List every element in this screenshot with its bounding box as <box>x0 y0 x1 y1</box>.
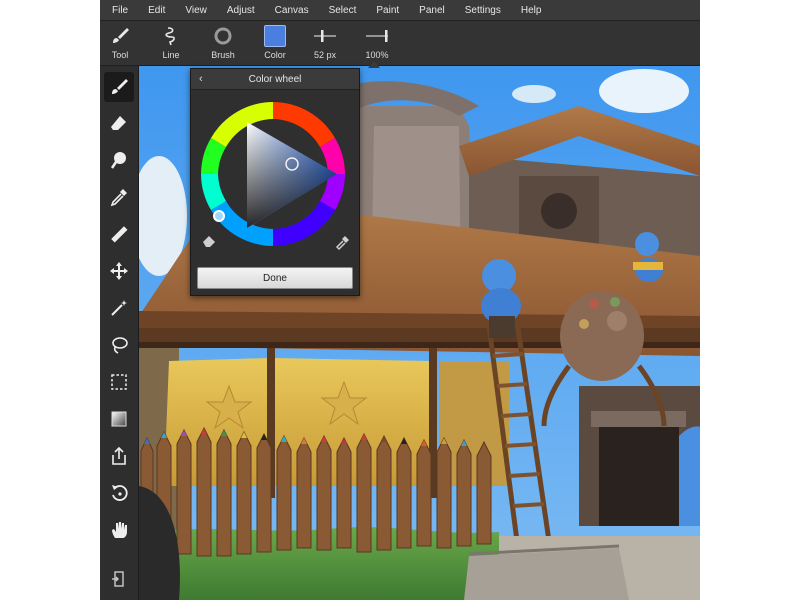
brush-preset-icon <box>212 23 234 49</box>
brush-label: Brush <box>211 50 235 60</box>
done-button[interactable]: Done <box>197 267 353 289</box>
menu-file[interactable]: File <box>100 5 138 16</box>
popup-title: Color wheel <box>248 73 302 85</box>
size-control[interactable]: 52 px <box>299 23 351 63</box>
top-toolbar: Tool Line Brush Color 52 px 100% <box>100 21 700 66</box>
line-button[interactable]: Line <box>145 23 197 63</box>
eyedropper-icon[interactable] <box>335 236 349 251</box>
menu-canvas[interactable]: Canvas <box>265 5 319 16</box>
line-label: Line <box>162 50 180 60</box>
popup-header: ‹ Color wheel <box>191 69 359 90</box>
opacity-label: 100% <box>365 50 389 60</box>
color-label: Color <box>264 50 286 60</box>
line-icon <box>160 23 182 49</box>
rail-ruler-tool[interactable] <box>104 219 134 249</box>
tool-label: Tool <box>111 50 129 60</box>
rail-eyedropper-tool[interactable] <box>104 182 134 212</box>
lasso-icon <box>112 337 128 354</box>
rail-undo-tool[interactable] <box>104 478 134 508</box>
left-tool-rail <box>100 66 139 600</box>
menu-bar: File Edit View Adjust Canvas Select Pain… <box>100 0 700 21</box>
exit-icon <box>112 571 124 587</box>
color-wheel-picker[interactable] <box>191 90 357 262</box>
export-icon <box>112 446 126 465</box>
menu-edit[interactable]: Edit <box>138 5 175 16</box>
menu-view[interactable]: View <box>175 5 217 16</box>
smudge-icon <box>110 152 126 169</box>
menu-help[interactable]: Help <box>511 5 552 16</box>
eraser-icon[interactable] <box>203 236 215 247</box>
ruler-icon <box>111 226 128 243</box>
rail-move-tool[interactable] <box>104 256 134 286</box>
menu-select[interactable]: Select <box>319 5 367 16</box>
size-label: 52 px <box>313 50 337 60</box>
magic-wand-icon <box>111 300 127 316</box>
rail-eraser-tool[interactable] <box>104 108 134 138</box>
rail-magic-wand-tool[interactable] <box>104 293 134 323</box>
size-slider-icon <box>311 23 339 49</box>
rail-smudge-tool[interactable] <box>104 145 134 175</box>
opacity-slider-icon <box>363 23 391 49</box>
rail-export-tool[interactable] <box>104 441 134 471</box>
menu-adjust[interactable]: Adjust <box>217 5 265 16</box>
color-button[interactable]: Color <box>249 23 301 63</box>
marquee-icon <box>111 374 127 390</box>
move-icon <box>110 262 128 280</box>
rail-lasso-tool[interactable] <box>104 330 134 360</box>
color-swatch <box>264 25 286 47</box>
menu-paint[interactable]: Paint <box>366 5 409 16</box>
brush-button[interactable]: Brush <box>197 23 249 63</box>
popup-pointer <box>368 61 380 68</box>
menu-panel[interactable]: Panel <box>409 5 455 16</box>
rail-hand-tool[interactable] <box>104 515 134 545</box>
eyedropper-icon <box>110 189 127 207</box>
menu-settings[interactable]: Settings <box>455 5 511 16</box>
undo-icon <box>112 485 128 501</box>
rail-gradient-tool[interactable] <box>104 404 134 434</box>
brush-icon <box>109 23 131 49</box>
rail-brush-tool[interactable] <box>104 72 134 102</box>
gradient-icon <box>111 411 127 427</box>
color-wheel-popup: ‹ Color wheel Done <box>190 68 360 296</box>
hue-selector-handle[interactable] <box>213 210 225 222</box>
hand-icon <box>112 522 127 538</box>
rail-marquee-tool[interactable] <box>104 367 134 397</box>
tool-button[interactable]: Tool <box>100 23 146 63</box>
back-chevron-icon[interactable]: ‹ <box>199 73 203 85</box>
rail-exit-button[interactable] <box>104 564 134 594</box>
brush-icon <box>112 79 128 94</box>
opacity-control[interactable]: 100% <box>351 23 403 63</box>
eraser-icon <box>111 116 126 130</box>
